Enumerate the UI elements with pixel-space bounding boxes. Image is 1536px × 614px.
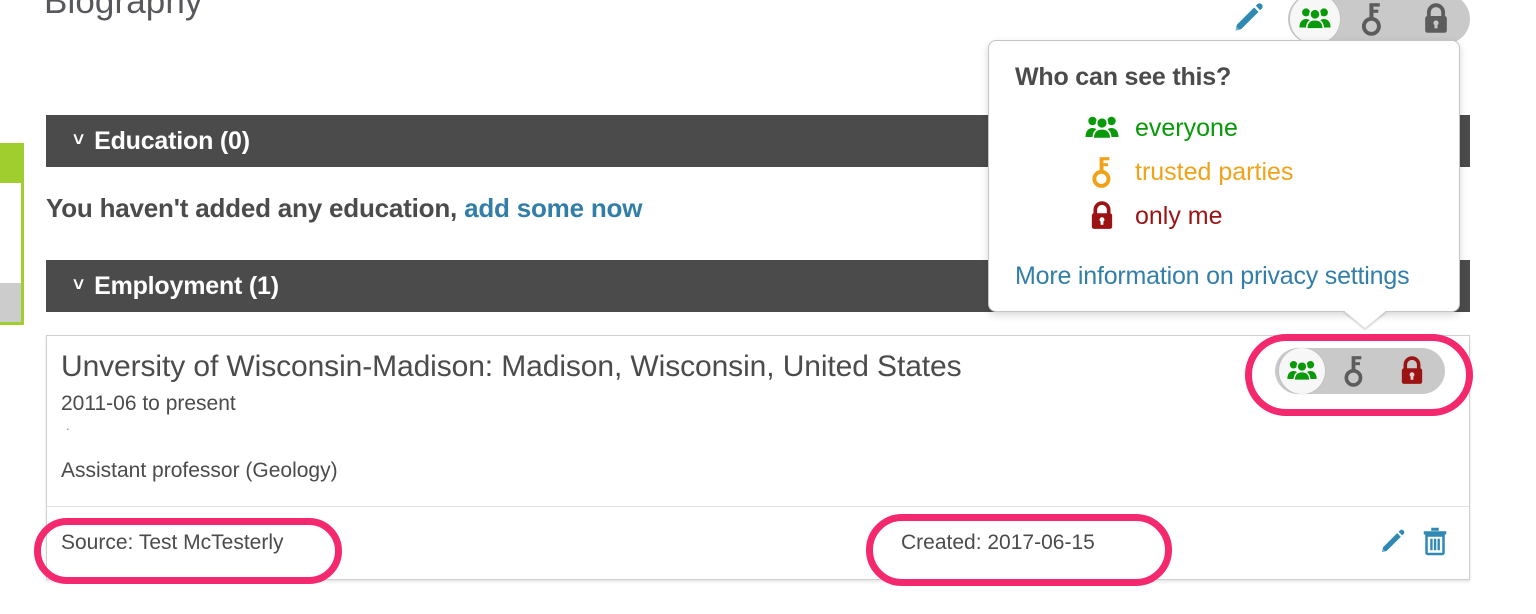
employment-card: Unversity of Wisconsin-Madison: Madison,… bbox=[46, 335, 1470, 580]
privacy-settings-info-link[interactable]: More information on privacy settings bbox=[1015, 262, 1433, 291]
lock-icon bbox=[1083, 201, 1121, 231]
chevron-down-icon: ˅ bbox=[73, 129, 85, 151]
top-privacy-toolbar bbox=[1232, 0, 1470, 44]
popover-option-everyone[interactable]: everyone bbox=[1015, 106, 1433, 150]
sidebar-segment-white bbox=[0, 183, 21, 283]
page-title: Biography bbox=[44, 0, 203, 21]
employment-card-footer: Source: Test McTesterly Created: 2017-06… bbox=[47, 506, 1469, 579]
privacy-help-popover: Who can see this? everyone trusted parti… bbox=[988, 40, 1460, 328]
popover-option-only-me[interactable]: only me bbox=[1015, 194, 1433, 238]
employment-privacy-toolbar bbox=[1275, 348, 1445, 394]
education-empty-message: You haven't added any education, add som… bbox=[46, 193, 642, 224]
people-icon bbox=[1083, 115, 1121, 141]
left-sidebar-widget bbox=[0, 143, 24, 325]
privacy-option-trusted-parties[interactable] bbox=[1325, 350, 1383, 392]
privacy-option-only-me[interactable] bbox=[1404, 0, 1468, 42]
popover-option-trusted-parties[interactable]: trusted parties bbox=[1015, 150, 1433, 194]
key-icon bbox=[1083, 156, 1121, 188]
employment-title: Unversity of Wisconsin-Madison: Madison,… bbox=[61, 350, 962, 383]
privacy-option-everyone[interactable] bbox=[1290, 0, 1340, 44]
edit-biography-pencil-icon[interactable] bbox=[1232, 0, 1266, 39]
privacy-option-only-me[interactable] bbox=[1383, 350, 1441, 392]
employment-card-body: Unversity of Wisconsin-Madison: Madison,… bbox=[47, 336, 1469, 483]
add-education-link[interactable]: add some now bbox=[464, 193, 642, 223]
popover-label-everyone: everyone bbox=[1135, 113, 1238, 142]
popover-label-only-me: only me bbox=[1135, 201, 1223, 230]
delete-employment-trash-icon[interactable] bbox=[1421, 526, 1449, 561]
employment-role: Assistant professor (Geology) bbox=[61, 458, 338, 482]
employment-dates: 2011-06 to present bbox=[61, 391, 236, 415]
source-label: Source: Test McTesterly bbox=[61, 531, 284, 554]
education-empty-text: You haven't added any education, bbox=[46, 193, 458, 223]
employment-card-actions bbox=[1379, 526, 1449, 561]
popover-heading: Who can see this? bbox=[1015, 63, 1232, 91]
chevron-down-icon: ˅ bbox=[73, 274, 85, 296]
privacy-selector-global[interactable] bbox=[1288, 0, 1470, 44]
privacy-option-trusted-parties[interactable] bbox=[1340, 0, 1404, 42]
privacy-option-everyone[interactable] bbox=[1279, 348, 1325, 394]
employment-separator-dot: . bbox=[66, 417, 70, 433]
section-title-employment: Employment (1) bbox=[94, 271, 279, 300]
sidebar-segment-gray bbox=[0, 283, 21, 322]
sidebar-segment-green bbox=[0, 146, 21, 183]
popover-label-trusted-parties: trusted parties bbox=[1135, 157, 1294, 186]
created-label: Created: 2017-06-15 bbox=[901, 531, 1095, 554]
edit-employment-pencil-icon[interactable] bbox=[1379, 527, 1407, 560]
privacy-selector-employment[interactable] bbox=[1275, 348, 1445, 394]
popover-arrow bbox=[1343, 310, 1387, 328]
section-title-education: Education (0) bbox=[94, 126, 250, 155]
